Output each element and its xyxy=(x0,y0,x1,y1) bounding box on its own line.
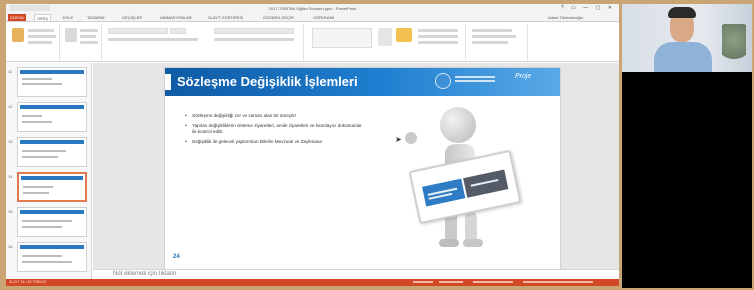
slide-thumbnail[interactable] xyxy=(17,102,87,132)
institution-logo xyxy=(435,73,451,89)
thumb-number: 13 xyxy=(8,139,13,144)
comments-toggle[interactable] xyxy=(439,281,463,283)
notes-toggle[interactable] xyxy=(413,281,433,283)
figure-hand xyxy=(405,132,417,144)
ribbon-group-clipboard xyxy=(8,24,60,60)
mouse-cursor-icon: ➤ xyxy=(395,135,402,144)
layout-button[interactable] xyxy=(80,29,98,32)
slide-thumbnail[interactable] xyxy=(17,137,87,167)
slide-thumbnail[interactable] xyxy=(17,67,87,97)
ribbon-group-slides xyxy=(62,24,102,60)
status-bar: SLAYT 24 / 45 TÜRKÇE xyxy=(6,279,619,286)
replace-button[interactable] xyxy=(472,35,516,38)
view-buttons[interactable] xyxy=(473,281,513,283)
format-painter-button[interactable] xyxy=(28,41,52,44)
presenter-hair xyxy=(668,7,696,18)
presenter-shirt xyxy=(654,42,712,72)
bullet-item: Değişiklik ile gelecek yaptırımları Bile… xyxy=(185,139,365,145)
find-button[interactable] xyxy=(472,29,512,32)
cut-button[interactable] xyxy=(28,29,54,32)
arrange-icon[interactable] xyxy=(378,28,392,46)
slide-thumbnails-pane: 11 12 13 14 15 16 xyxy=(6,63,92,279)
tab-transitions[interactable]: GEÇİŞLER xyxy=(120,14,144,21)
webcam-empty-area xyxy=(622,72,752,288)
tab-home[interactable]: GİRİŞ xyxy=(34,14,51,21)
slide-thumbnail[interactable] xyxy=(17,242,87,272)
thumb-number: 14 xyxy=(8,174,13,179)
select-button[interactable] xyxy=(472,41,508,44)
status-controls[interactable] xyxy=(413,280,613,284)
institution-logo-text xyxy=(455,76,495,78)
status-slide-info: SLAYT 24 / 45 TÜRKÇE xyxy=(9,280,47,284)
ribbon-group-font xyxy=(104,24,304,60)
reset-button[interactable] xyxy=(80,35,96,38)
user-name[interactable]: Adem Türkmenoğlu xyxy=(546,14,585,21)
tab-slideshow[interactable]: SLAYT GÖSTERİSİ xyxy=(206,14,245,21)
slide-editing-area: Sözleşme Değişiklik İşlemleri Proje Sözl… xyxy=(93,63,619,279)
title-bar: 2017-TÜBİTAK Eğitim Sunumu.pptx - PowerP… xyxy=(6,4,619,13)
ribbon-group-editing xyxy=(468,24,528,60)
window-controls[interactable]: ? ▭ — ▢ ✕ xyxy=(561,5,615,11)
font-family-select[interactable] xyxy=(108,28,168,34)
3d-figure-holding-sign-image[interactable] xyxy=(405,102,522,252)
tab-design[interactable]: TASARIM xyxy=(85,14,106,21)
tab-review[interactable]: GÖZDEN GEÇİR xyxy=(261,14,296,21)
alignment-buttons[interactable] xyxy=(214,38,294,41)
notes-pane[interactable]: Not eklemek için tıklatın xyxy=(93,269,619,279)
font-size-select[interactable] xyxy=(170,28,186,34)
powerpoint-window: 2017-TÜBİTAK Eğitim Sunumu.pptx - PowerP… xyxy=(6,4,619,286)
window-title: 2017-TÜBİTAK Eğitim Sunumu.pptx - PowerP… xyxy=(268,6,357,11)
ribbon-tabs: DOSYA GİRİŞ EKLE TASARIM GEÇİŞLER ANİMAS… xyxy=(6,13,619,22)
sign-card xyxy=(408,149,522,225)
project-logo: Proje xyxy=(515,73,532,80)
tab-animations[interactable]: ANİMASYONLAR xyxy=(158,14,194,21)
slide-thumbnail[interactable] xyxy=(17,207,87,237)
figure-foot xyxy=(463,239,483,247)
ribbon xyxy=(6,22,619,62)
webcam-video-feed xyxy=(622,4,752,72)
copy-button[interactable] xyxy=(28,35,56,38)
webcam-plant xyxy=(722,24,746,64)
bullet-item: Sözleşme değişikliği zor ve zaman alan b… xyxy=(185,113,365,119)
shape-effects-button[interactable] xyxy=(418,41,458,44)
figure-foot xyxy=(439,239,459,247)
bullet-list[interactable]: Sözleşme değişikliği zor ve zaman alan b… xyxy=(185,113,365,149)
thumb-number: 11 xyxy=(8,69,13,74)
font-format-buttons[interactable] xyxy=(108,38,198,41)
screen: 2017-TÜBİTAK Eğitim Sunumu.pptx - PowerP… xyxy=(0,0,754,290)
slide-page-number: 24 xyxy=(173,254,180,260)
header-accent xyxy=(165,74,171,90)
shapes-gallery[interactable] xyxy=(312,28,372,48)
shape-outline-button[interactable] xyxy=(418,35,458,38)
new-slide-icon[interactable] xyxy=(65,28,77,42)
tab-view[interactable]: GÖRÜNÜM xyxy=(311,14,336,21)
thumb-number: 16 xyxy=(8,244,13,249)
section-button[interactable] xyxy=(80,41,98,44)
slide-thumbnail-selected[interactable] xyxy=(17,172,87,202)
quick-styles-icon[interactable] xyxy=(396,28,412,42)
thumb-number: 12 xyxy=(8,104,13,109)
shape-fill-button[interactable] xyxy=(418,29,458,32)
notes-placeholder[interactable]: Not eklemek için tıklatın xyxy=(113,271,176,277)
paste-icon[interactable] xyxy=(12,28,24,42)
slide-canvas[interactable]: Sözleşme Değişiklik İşlemleri Proje Sözl… xyxy=(165,68,560,270)
tab-insert[interactable]: EKLE xyxy=(61,14,75,21)
ribbon-group-drawing xyxy=(306,24,466,60)
slide-header-band: Sözleşme Değişiklik İşlemleri Proje xyxy=(165,68,560,96)
tab-file[interactable]: DOSYA xyxy=(8,14,26,21)
zoom-slider[interactable] xyxy=(523,281,593,283)
bullet-item: Yapılan değişikliklerin sisteme ziyaretl… xyxy=(185,123,365,135)
thumb-number: 15 xyxy=(8,209,13,214)
figure-head xyxy=(440,107,476,143)
slide-title[interactable]: Sözleşme Değişiklik İşlemleri xyxy=(177,74,358,89)
sign-dark-panel xyxy=(463,169,509,198)
paragraph-buttons[interactable] xyxy=(214,28,294,34)
